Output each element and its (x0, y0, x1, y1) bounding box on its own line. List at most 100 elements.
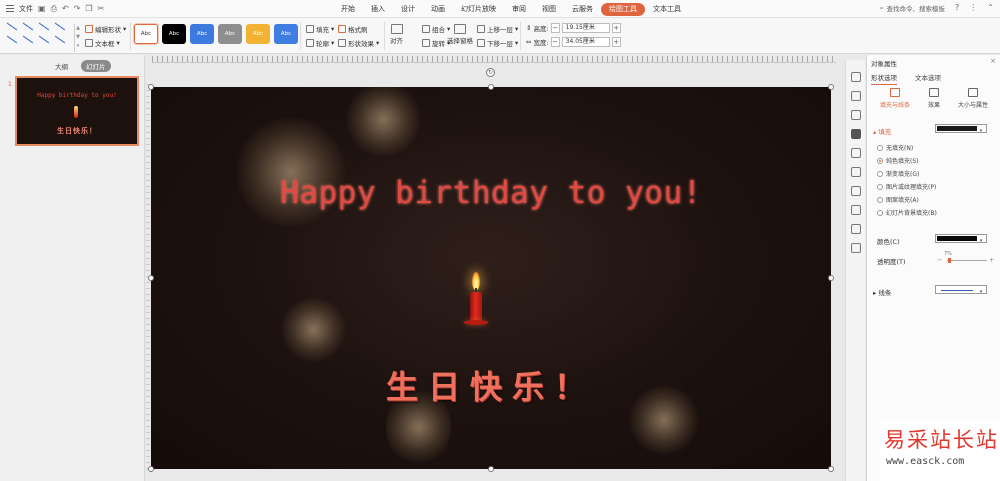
print-icon[interactable]: ⎙ (51, 4, 57, 13)
transparency-decrease[interactable]: − (937, 256, 942, 264)
curve-shape-icon[interactable] (54, 35, 66, 44)
resize-handle[interactable] (148, 275, 154, 281)
fill-option-picture[interactable]: 图片或纹理填充(P) (877, 182, 936, 191)
bring-forward-button[interactable]: 上移一层 ▾ (477, 24, 518, 34)
line-shape-icon[interactable] (54, 22, 66, 31)
height-input[interactable]: 19.15厘米 (561, 23, 610, 33)
color-picker[interactable]: ▾ (935, 234, 987, 244)
fill-option-pattern[interactable]: 图案填充(A) (877, 195, 919, 204)
resize-handle[interactable] (828, 84, 834, 90)
rotate-handle[interactable]: ↻ (486, 68, 495, 77)
line-shape-icon[interactable] (38, 22, 50, 31)
tab-design[interactable]: 设计 (393, 3, 423, 16)
format-painter-button[interactable]: 格式刷 (338, 24, 368, 34)
tab-outline[interactable]: 大纲 (50, 60, 73, 72)
outline-button[interactable]: 轮廓 ▾ (306, 38, 334, 48)
style-swatch[interactable]: Abc (162, 24, 186, 44)
style-swatch[interactable]: Abc (190, 24, 214, 44)
subtab-fill-line[interactable]: 填充与线条 (880, 88, 910, 109)
grid-icon[interactable] (851, 243, 861, 253)
shape-gallery[interactable]: ▲ ▼ ▾ (4, 21, 80, 52)
subtab-size[interactable]: 大小与属性 (958, 88, 988, 109)
command-search[interactable]: ⌕ 查找命令、搜索模板 (880, 3, 945, 14)
tab-cloud[interactable]: 云服务 (564, 3, 601, 16)
tab-view[interactable]: 视图 (534, 3, 564, 16)
tab-slides[interactable]: 幻灯片 (81, 60, 111, 72)
resize-handle[interactable] (148, 466, 154, 472)
tab-text-tools[interactable]: 文本工具 (645, 3, 689, 16)
line-style-picker[interactable]: ▾ (935, 285, 987, 295)
save-icon[interactable]: ▣ (38, 4, 46, 13)
slide-subtitle[interactable]: 生日快乐！ (151, 362, 831, 408)
shapes-icon[interactable] (851, 110, 861, 120)
history-icon[interactable] (851, 205, 861, 215)
resize-handle[interactable] (488, 84, 494, 90)
tab-text-options[interactable]: 文本选项 (915, 72, 941, 85)
send-backward-button[interactable]: 下移一层 ▾ (477, 38, 518, 48)
gallery-scroll-icon[interactable]: ▲ ▼ ▾ (74, 24, 81, 52)
resize-handle[interactable] (828, 275, 834, 281)
line-section-toggle[interactable]: ▸ 线条 (873, 287, 891, 297)
properties-icon[interactable] (851, 129, 861, 139)
transparency-slider-handle[interactable] (948, 258, 951, 263)
height-decrease[interactable]: − (550, 23, 560, 33)
width-decrease[interactable]: − (550, 37, 560, 47)
shape-effect-button[interactable]: 形状效果 ▾ (338, 38, 379, 48)
cut-icon[interactable]: ✂ (98, 4, 105, 13)
menu-icon[interactable] (6, 5, 14, 12)
star-icon[interactable] (851, 167, 861, 177)
style-swatch[interactable]: Abc (134, 24, 158, 44)
height-increase[interactable]: + (611, 23, 621, 33)
undo-icon[interactable]: ↶ (62, 4, 69, 13)
tab-home[interactable]: 开始 (333, 3, 363, 16)
help-icon[interactable] (851, 224, 861, 234)
fill-option-gradient[interactable]: 渐变填充(G) (877, 169, 919, 178)
style-swatch[interactable]: Abc (274, 24, 298, 44)
slides-icon[interactable] (851, 91, 861, 101)
align-button[interactable]: 对齐 (390, 24, 403, 45)
tab-insert[interactable]: 插入 (363, 3, 393, 16)
file-menu[interactable]: 文件 (19, 4, 33, 14)
line-shape-icon[interactable] (22, 22, 34, 31)
subtab-effect[interactable]: 效果 (928, 88, 940, 109)
box-icon[interactable] (851, 186, 861, 196)
fill-option-solid[interactable]: 纯色填充(S) (877, 156, 919, 165)
width-input[interactable]: 34.05厘米 (561, 37, 610, 47)
fill-color-picker[interactable]: ▾ (935, 124, 987, 134)
slide-title[interactable]: Happy birthday to you! (151, 175, 831, 211)
resize-handle[interactable] (828, 466, 834, 472)
curve-shape-icon[interactable] (6, 35, 18, 44)
more-icon[interactable]: ⋮ (969, 4, 977, 12)
tab-animation[interactable]: 动画 (423, 3, 453, 16)
tab-drawing-tools[interactable]: 绘图工具 (601, 3, 645, 16)
edit-shape-button[interactable]: 编辑形状 ▾ (85, 24, 126, 34)
transparency-slider[interactable] (947, 260, 987, 261)
curve-shape-icon[interactable] (22, 35, 34, 44)
fill-button[interactable]: 填充 ▾ (306, 24, 334, 34)
selection-pane-button[interactable]: 选择窗格 (447, 24, 473, 45)
collapse-icon[interactable]: ⌃ (987, 4, 994, 12)
line-shape-icon[interactable] (6, 22, 18, 31)
resize-handle[interactable] (488, 466, 494, 472)
tab-shape-options[interactable]: 形状选项 (871, 72, 897, 85)
tab-slideshow[interactable]: 幻灯片放映 (453, 3, 504, 16)
slide-canvas[interactable]: Happy birthday to you! 生日快乐！ (151, 87, 831, 469)
slide-thumbnail[interactable]: Happy birthday to you! 生日快乐！ (15, 76, 139, 146)
tab-review[interactable]: 审阅 (504, 3, 534, 16)
resize-handle[interactable] (148, 84, 154, 90)
text-box-button[interactable]: 文本框 ▾ (85, 38, 120, 48)
help-icon[interactable]: ? (955, 4, 959, 12)
fill-option-background[interactable]: 幻灯片背景填充(B) (877, 208, 937, 217)
close-icon[interactable]: × (990, 57, 996, 65)
curve-shape-icon[interactable] (38, 35, 50, 44)
table-icon[interactable] (851, 148, 861, 158)
redo-icon[interactable]: ↷ (74, 4, 81, 13)
fill-section-toggle[interactable]: ▴ 填充 (873, 126, 891, 136)
fill-option-none[interactable]: 无填充(N) (877, 143, 913, 152)
style-swatch[interactable]: Abc (246, 24, 270, 44)
transparency-increase[interactable]: + (989, 256, 994, 264)
width-increase[interactable]: + (611, 37, 621, 47)
style-swatch[interactable]: Abc (218, 24, 242, 44)
home-icon[interactable] (851, 72, 861, 82)
copy-icon[interactable]: ❐ (85, 4, 92, 13)
